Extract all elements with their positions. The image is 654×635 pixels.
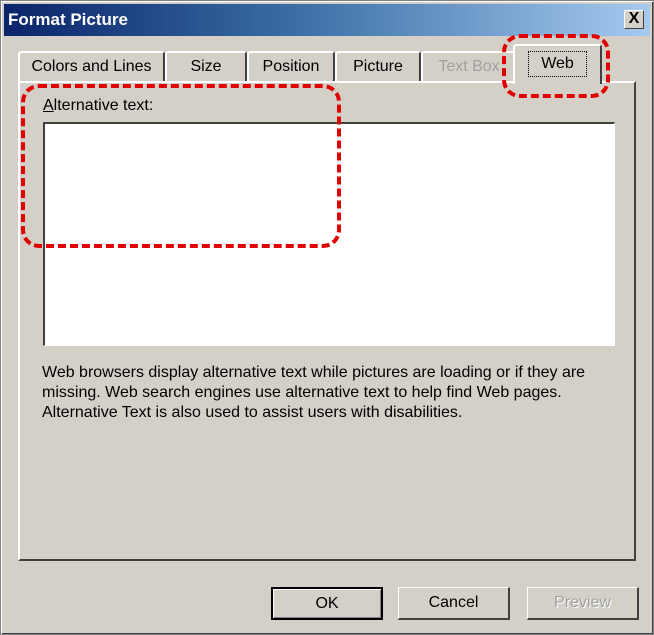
tab-position[interactable]: Position: [247, 51, 335, 81]
ok-button[interactable]: OK: [271, 587, 383, 620]
annotation-highlight-alt-text: [21, 84, 341, 248]
close-button[interactable]: X: [624, 10, 644, 29]
tab-picture[interactable]: Picture: [335, 51, 421, 81]
preview-button: Preview: [527, 587, 639, 620]
tab-colors-and-lines[interactable]: Colors and Lines: [18, 51, 165, 81]
tab-size[interactable]: Size: [165, 51, 247, 81]
title-bar[interactable]: Format Picture X: [4, 4, 650, 36]
dialog-title: Format Picture: [8, 10, 128, 29]
help-text: Web browsers display alternative text wh…: [42, 364, 586, 421]
close-icon: X: [628, 10, 640, 27]
cancel-button[interactable]: Cancel: [398, 587, 510, 620]
annotation-highlight-web-tab: [502, 34, 610, 98]
